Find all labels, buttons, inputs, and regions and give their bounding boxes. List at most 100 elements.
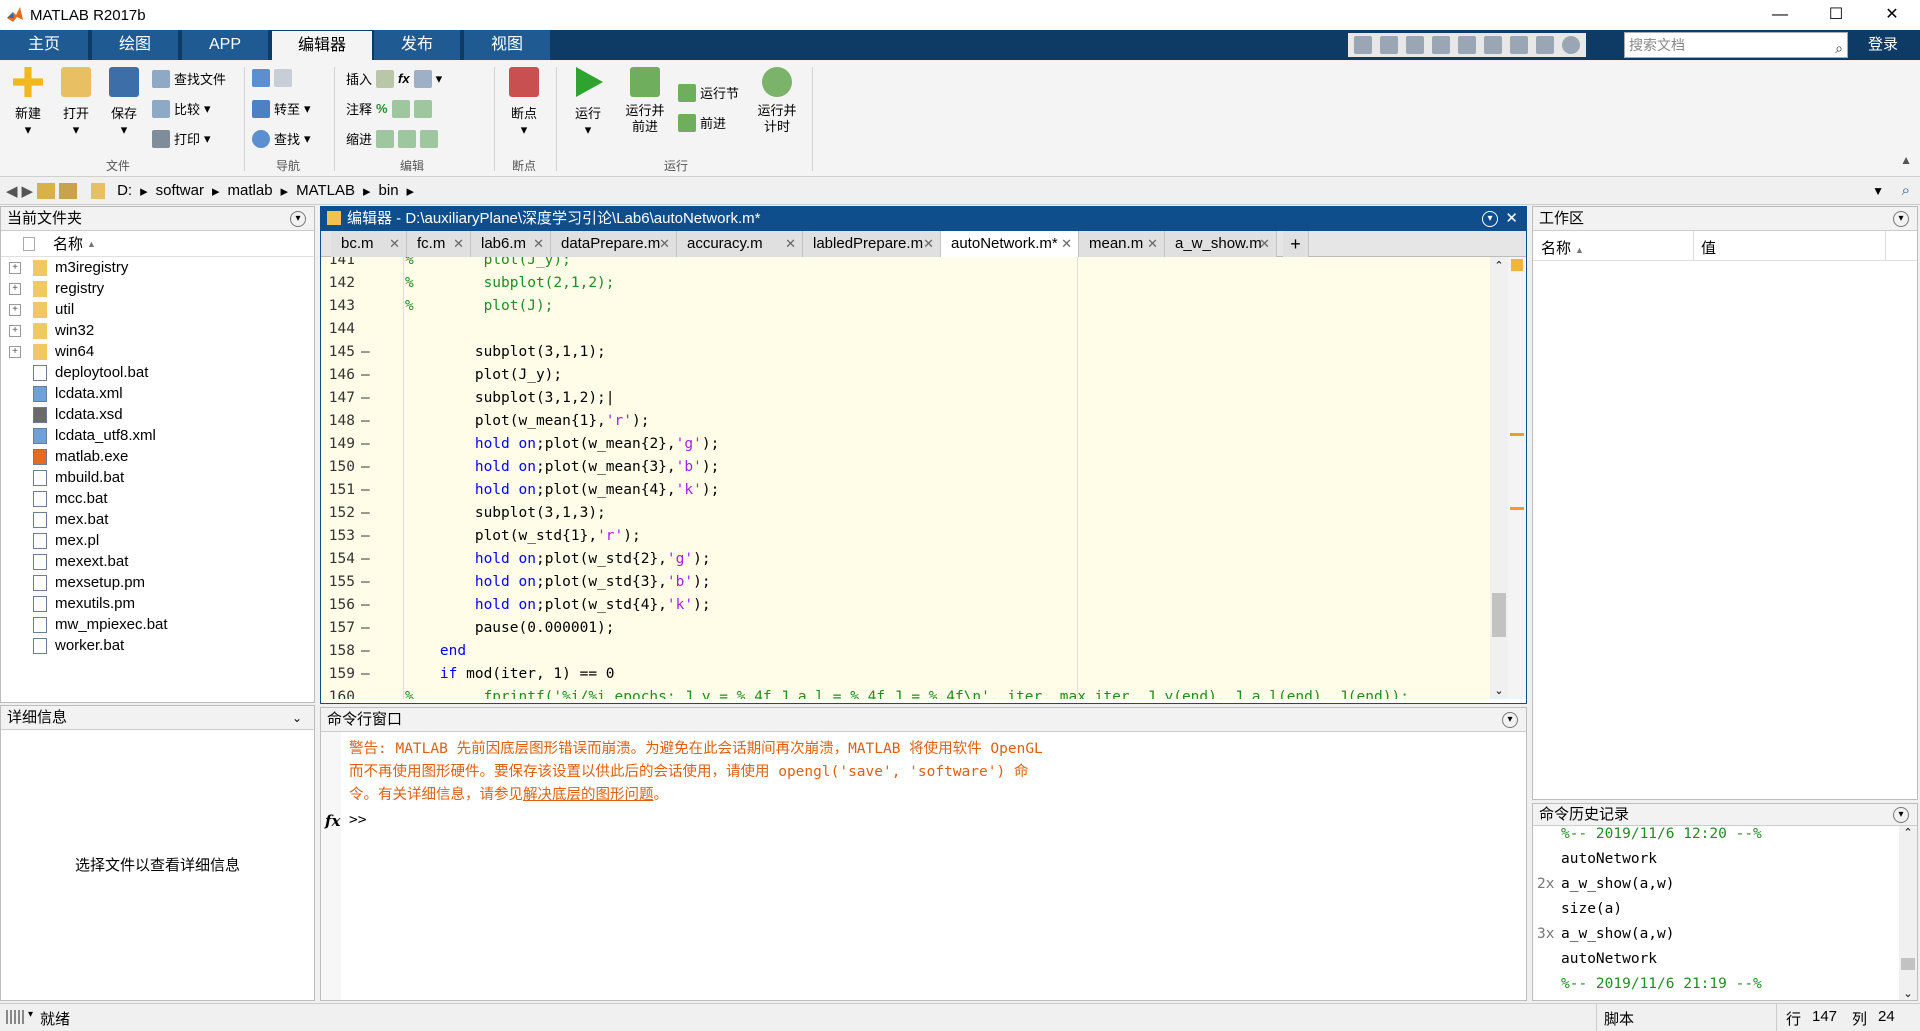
forward-arrow-icon[interactable] (274, 69, 292, 87)
expand-icon[interactable]: + (9, 324, 21, 337)
close-tab-icon[interactable]: ✕ (923, 231, 934, 257)
minimize-button[interactable]: — (1752, 0, 1808, 30)
uncomment-icon[interactable] (391, 99, 410, 118)
percent-icon[interactable]: % (376, 101, 388, 116)
close-tab-icon[interactable]: ✕ (1259, 231, 1270, 257)
editor-tab[interactable]: autoNetwork.m* ✕ (941, 231, 1079, 257)
tab-home[interactable]: 主页 (0, 30, 88, 60)
chevron-right-icon[interactable]: ▸ (212, 182, 220, 200)
breakpoint-marker[interactable]: — (361, 456, 370, 479)
file-list-item[interactable]: + registry (1, 278, 314, 299)
cut-icon[interactable] (1406, 36, 1424, 54)
editor-tab[interactable]: accuracy.m ✕ (677, 231, 803, 257)
search-icon[interactable]: ⌕ (1835, 36, 1843, 60)
editor-tab[interactable]: bc.m ✕ (331, 231, 407, 257)
breakpoint-marker[interactable]: — (361, 617, 370, 640)
file-list-item[interactable]: mcc.bat (1, 488, 314, 509)
fx-icon[interactable]: fx (325, 812, 340, 830)
history-entry[interactable]: %-- 2019/11/6 12:20 --% (1533, 822, 1917, 847)
file-list-item[interactable]: worker.bat (1, 635, 314, 656)
expand-icon[interactable]: + (9, 261, 21, 274)
column-header-name[interactable]: 名称 ▲ (1, 231, 314, 257)
file-list-item[interactable]: mw_mpiexec.bat (1, 614, 314, 635)
run-time-button[interactable]: 运行并 计时 (750, 67, 804, 135)
chevron-right-icon[interactable]: ▸ (140, 182, 148, 200)
breakpoint-marker[interactable]: — (361, 387, 370, 410)
smart-indent-icon[interactable] (376, 129, 395, 148)
find-files-button[interactable]: 查找文件 (152, 69, 226, 88)
scroll-down-icon[interactable]: ⌄ (1899, 987, 1917, 1000)
code-area[interactable]: 141 142 143 144 145 — 146 — 147 — 148 — 149 — 150 — 151 —… (321, 257, 1526, 699)
close-editor-icon[interactable]: ✕ (1505, 207, 1518, 231)
file-list-item[interactable]: matlab.exe (1, 446, 314, 467)
run-section-button[interactable]: 运行节 (678, 83, 739, 102)
forward-arrow-icon[interactable]: ▶ (22, 182, 34, 200)
indent-button[interactable]: 缩进 (346, 129, 439, 148)
browse-folder-icon[interactable] (59, 182, 78, 199)
close-tab-icon[interactable]: ✕ (533, 231, 544, 257)
tab-apps[interactable]: APP (182, 30, 268, 60)
editor-tab[interactable]: mean.m ✕ (1079, 231, 1165, 257)
tab-view[interactable]: 视图 (464, 30, 550, 60)
save-button[interactable]: 保存 ▾ (102, 67, 146, 138)
editor-menu-icon[interactable]: ▾ (1482, 211, 1498, 227)
breakpoint-marker[interactable]: — (361, 433, 370, 456)
expand-icon[interactable]: + (9, 345, 21, 358)
scroll-down-icon[interactable]: ⌄ (1490, 684, 1508, 697)
breakpoint-marker[interactable]: — (361, 571, 370, 594)
file-list-item[interactable]: lcdata.xsd (1, 404, 314, 425)
file-list-item[interactable]: deploytool.bat (1, 362, 314, 383)
print-button[interactable]: 打印 ▾ (152, 129, 211, 148)
file-list-item[interactable]: mexutils.pm (1, 593, 314, 614)
chevron-down-icon[interactable]: ⌄ (292, 706, 302, 730)
switch-windows-icon[interactable] (1536, 36, 1554, 54)
breadcrumb-1[interactable]: softwar (156, 182, 204, 199)
breakpoint-marker[interactable]: — (361, 548, 370, 571)
history-scrollbar[interactable]: ⌃ ⌄ (1899, 826, 1917, 1000)
editor-tab[interactable]: a_w_show.m ✕ (1165, 231, 1277, 257)
advance-button[interactable]: 前进 (678, 113, 726, 132)
maximize-button[interactable]: ☐ (1808, 0, 1864, 30)
editor-scrollbar[interactable]: ⌃ ⌄ (1490, 257, 1508, 699)
insert-function-icon[interactable] (413, 69, 432, 88)
chevron-right-icon[interactable]: ▸ (363, 182, 371, 200)
chevron-down-icon[interactable]: ▾ (28, 1009, 33, 1020)
panel-menu-icon[interactable]: ▾ (1502, 712, 1518, 728)
help-icon[interactable] (1562, 36, 1580, 54)
up-folder-icon[interactable] (37, 182, 56, 199)
breakpoint-marker[interactable]: — (361, 594, 370, 617)
history-entry[interactable]: autoNetwork (1533, 847, 1917, 872)
redo-icon[interactable] (1510, 36, 1528, 54)
breakpoint-marker[interactable]: — (361, 479, 370, 502)
breakpoint-marker[interactable]: — (361, 640, 370, 663)
history-entry[interactable]: size(a) (1533, 897, 1917, 922)
expand-icon[interactable]: + (9, 303, 21, 316)
scroll-up-icon[interactable]: ⌃ (1899, 826, 1917, 839)
close-tab-icon[interactable]: ✕ (389, 231, 400, 257)
close-button[interactable]: ✕ (1864, 0, 1920, 30)
file-list-item[interactable]: lcdata_utf8.xml (1, 425, 314, 446)
file-list-item[interactable]: mex.pl (1, 530, 314, 551)
back-forward-buttons[interactable] (252, 69, 292, 87)
history-entry[interactable]: 3x a_w_show(a,w) (1533, 922, 1917, 947)
graphics-help-link[interactable]: 解决底层的图形问题 (523, 787, 654, 803)
breadcrumb-2[interactable]: matlab (228, 182, 273, 199)
login-button[interactable]: 登录 (1868, 30, 1920, 60)
panel-menu-icon[interactable]: ▾ (1893, 211, 1909, 227)
editor-tab[interactable]: dataPrepare.m ✕ (551, 231, 677, 257)
warning-indicator-icon[interactable] (1511, 259, 1523, 271)
scrollbar-thumb[interactable] (1901, 958, 1915, 970)
column-divider[interactable] (1693, 231, 1694, 261)
chevron-right-icon[interactable]: ▸ (407, 182, 415, 200)
paste-icon[interactable] (1458, 36, 1476, 54)
fx-icon[interactable]: fx (398, 71, 410, 86)
tab-editor[interactable]: 编辑器 (272, 31, 372, 61)
increase-indent-icon[interactable] (398, 129, 417, 148)
tab-plots[interactable]: 绘图 (92, 30, 178, 60)
history-entry[interactable]: autoNetwork (1533, 947, 1917, 972)
file-list-item[interactable]: mexext.bat (1, 551, 314, 572)
find-button[interactable]: 查找 ▾ (252, 129, 311, 148)
breadcrumb-4[interactable]: bin (379, 182, 399, 199)
file-list-item[interactable]: mbuild.bat (1, 467, 314, 488)
run-advance-button[interactable]: 运行并 前进 (618, 67, 672, 135)
